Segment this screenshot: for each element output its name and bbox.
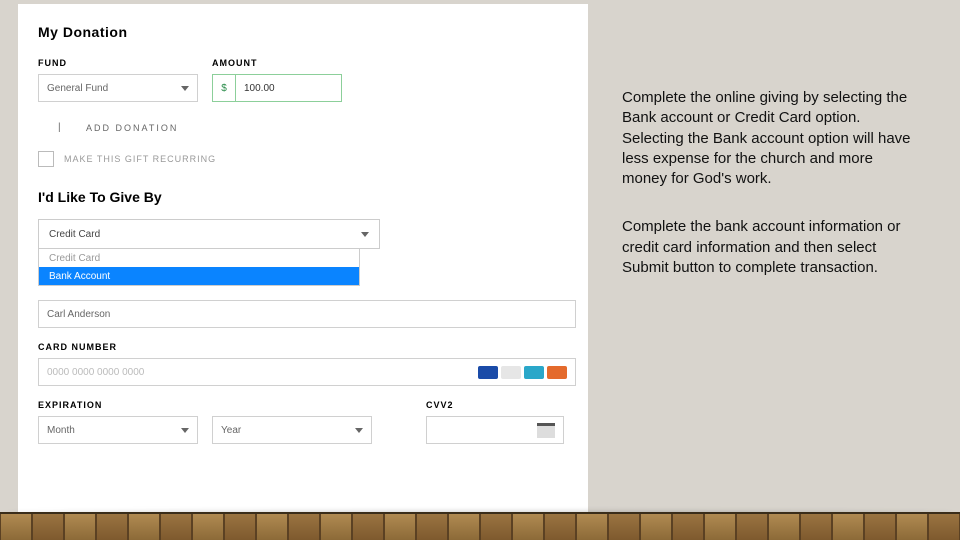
spacer-label (212, 400, 372, 410)
give-by-title: I'd Like To Give By (38, 189, 568, 205)
cvv-card-icon (537, 423, 555, 438)
discover-icon (501, 366, 521, 379)
recurring-checkbox[interactable] (38, 151, 54, 167)
expiration-year-select[interactable]: Year (212, 416, 372, 444)
card-number-section: CARD NUMBER 0000 0000 0000 0000 (38, 342, 568, 386)
instruction-paragraph-2: Complete the bank account information or… (622, 217, 922, 278)
add-icon: | (58, 122, 68, 133)
expiration-year-value: Year (221, 425, 241, 436)
payment-dropdown: Credit Card Bank Account (38, 249, 360, 286)
chevron-down-icon (181, 428, 189, 433)
cvv-label: CVV2 (426, 400, 564, 410)
payment-selected: Credit Card (49, 229, 100, 240)
fund-group: FUND General Fund (38, 58, 198, 102)
expiration-month-value: Month (47, 425, 75, 436)
cvv-group: CVV2 (426, 400, 564, 444)
expiration-row: EXPIRATION Month Year CVV2 (38, 400, 568, 444)
instructions-panel: Complete the online giving by selecting … (622, 88, 922, 278)
add-donation-button[interactable]: | ADD DONATION (58, 122, 568, 133)
fund-label: FUND (38, 58, 198, 68)
card-brand-icons (478, 366, 567, 379)
amex-icon (524, 366, 544, 379)
fund-amount-row: FUND General Fund AMOUNT $ 100.00 (38, 58, 568, 102)
page-title: My Donation (38, 24, 568, 40)
chevron-down-icon (355, 428, 363, 433)
fund-select[interactable]: General Fund (38, 74, 198, 102)
cvv-input[interactable] (426, 416, 564, 444)
expiration-year-group: Year (212, 400, 372, 444)
card-number-label: CARD NUMBER (38, 342, 568, 352)
instruction-paragraph-1: Complete the online giving by selecting … (622, 88, 922, 189)
payment-option-credit-card[interactable]: Credit Card (39, 249, 359, 267)
payment-option-bank-account[interactable]: Bank Account (39, 267, 359, 285)
expiration-label: EXPIRATION (38, 400, 198, 410)
currency-prefix: $ (212, 74, 235, 102)
card-number-input[interactable]: 0000 0000 0000 0000 (38, 358, 576, 386)
amount-input-wrap[interactable]: $ 100.00 (212, 74, 342, 102)
amount-input[interactable]: 100.00 (235, 74, 342, 102)
name-input[interactable]: Carl Anderson (38, 300, 576, 328)
donation-form-card: My Donation FUND General Fund AMOUNT $ 1… (18, 4, 588, 514)
expiration-month-select[interactable]: Month (38, 416, 198, 444)
chevron-down-icon (181, 86, 189, 91)
amount-label: AMOUNT (212, 58, 342, 68)
card-number-placeholder: 0000 0000 0000 0000 (47, 367, 144, 378)
fund-value: General Fund (47, 83, 108, 94)
recurring-row[interactable]: MAKE THIS GIFT RECURRING (38, 151, 568, 167)
name-value: Carl Anderson (47, 309, 110, 320)
recurring-label: MAKE THIS GIFT RECURRING (64, 154, 216, 164)
expiration-group: EXPIRATION Month (38, 400, 198, 444)
mastercard-icon (547, 366, 567, 379)
wood-floor (0, 512, 960, 540)
chevron-down-icon (361, 232, 369, 237)
visa-icon (478, 366, 498, 379)
add-donation-label: ADD DONATION (86, 123, 178, 133)
amount-group: AMOUNT $ 100.00 (212, 58, 342, 102)
payment-method-select[interactable]: Credit Card (38, 219, 380, 249)
